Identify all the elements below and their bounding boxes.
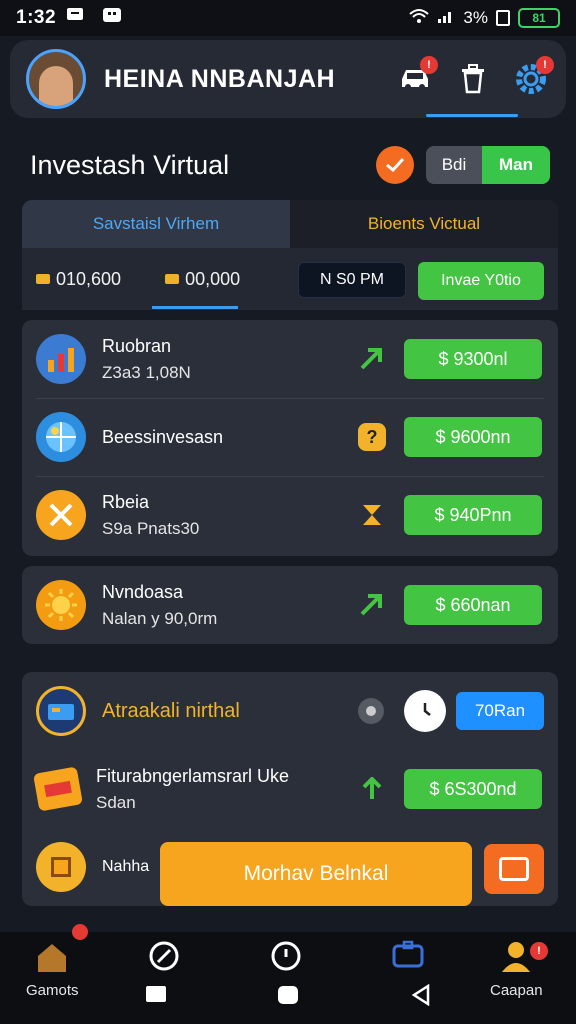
- featured-name: Atraakali nirthal: [102, 699, 240, 722]
- featured-sub: Sdan: [96, 792, 136, 812]
- sun-icon: [36, 580, 86, 630]
- investment-list-secondary: Nvndoasa Nalan y 90,0rm $ 660nan: [22, 566, 558, 644]
- primary-cta-button[interactable]: Morhav Belnkal: [160, 842, 472, 906]
- clock-icon[interactable]: [404, 690, 446, 732]
- car-badge: !: [420, 56, 438, 74]
- list-item-sub: Nalan y 90,0rm: [102, 608, 218, 628]
- battery-icon: [496, 10, 510, 26]
- globe-icon: [36, 412, 86, 462]
- toggle-on-label[interactable]: Man: [482, 146, 550, 184]
- coin-icon: [36, 274, 50, 284]
- username-title: HEINA NNBANJAH: [104, 64, 336, 93]
- question-icon: ?: [358, 423, 386, 451]
- list-item-sub: Z3a3 1,08N: [102, 362, 191, 382]
- stat-one-value: 010,600: [56, 268, 122, 289]
- chat-icon[interactable]: [484, 844, 544, 894]
- nav-briefcase[interactable]: [392, 940, 424, 968]
- price-button[interactable]: $ 660nan: [404, 585, 542, 625]
- record-icon[interactable]: [358, 698, 384, 724]
- bottom-nav: Gamots Caapan !: [0, 924, 576, 1024]
- featured-name: Fiturabngerlamsrarl Uke: [96, 765, 290, 786]
- ticket-icon: [33, 766, 83, 812]
- nav-profile-badge: !: [530, 942, 548, 960]
- tab-savings[interactable]: Savstaisl Virhem: [22, 200, 290, 248]
- arrow-up-icon: [358, 775, 386, 803]
- nav-profile-label: Caapan: [490, 982, 543, 999]
- home-icon[interactable]: [278, 986, 298, 1004]
- car-icon[interactable]: !: [396, 56, 438, 98]
- investment-list: Ruobran Z3a3 1,08N $ 9300nl Beessinvesas…: [22, 320, 558, 556]
- time-pill[interactable]: N S0 PM: [298, 262, 406, 298]
- list-item[interactable]: Beessinvesasn ? $ 9600nn: [22, 398, 558, 476]
- message-icon: [66, 7, 84, 29]
- list-item-name: Nvndoasa: [102, 581, 184, 602]
- tab-virtual[interactable]: Bioents Victual: [290, 200, 558, 248]
- featured-name: Nahha: [102, 858, 150, 875]
- power-icon: [271, 941, 301, 971]
- tab-bar: Savstaisl Virhem Bioents Victual: [22, 200, 558, 248]
- gear-icon[interactable]: !: [512, 56, 554, 98]
- signal-percent: 3%: [463, 8, 488, 27]
- chart-icon: [36, 334, 86, 384]
- nav-games[interactable]: Gamots: [26, 940, 79, 999]
- stat-active-indicator: [152, 306, 238, 309]
- price-button[interactable]: $ 9300nl: [404, 339, 542, 379]
- status-time: 1:32: [16, 7, 57, 28]
- nav-power[interactable]: [270, 940, 302, 972]
- list-item-sub: S9a Pnats30: [102, 518, 200, 538]
- avatar[interactable]: [26, 49, 86, 109]
- toggle-off-label[interactable]: Bdi: [426, 146, 482, 184]
- nav-games-label: Gamots: [26, 982, 79, 999]
- featured-row[interactable]: Fiturabngerlamsrarl Uke Sdan $ 6S300nd: [22, 750, 558, 828]
- check-button[interactable]: [376, 146, 414, 184]
- signal-icon: [437, 8, 455, 29]
- nav-compass[interactable]: [148, 940, 180, 972]
- list-item[interactable]: Rbeia S9a Pnats30 $ 940Pnn: [22, 476, 558, 554]
- app-header: HEINA NNBANJAH ! !: [10, 40, 566, 118]
- list-item-name: Beessinvesasn: [102, 426, 224, 447]
- stat-two-value: 00,000: [185, 268, 241, 289]
- trash-icon[interactable]: [454, 60, 492, 98]
- featured-card: Atraakali nirthal 70Ran Fiturabngerlamsr…: [22, 672, 558, 906]
- mode-toggle[interactable]: Bdi Man: [426, 146, 550, 184]
- price-button[interactable]: $ 9600nn: [404, 417, 542, 457]
- list-item[interactable]: Ruobran Z3a3 1,08N $ 9300nl: [22, 320, 558, 398]
- recents-icon[interactable]: [146, 986, 166, 1002]
- stat-two: 00,000: [165, 269, 240, 290]
- invest-button[interactable]: Invae Y0tio: [418, 262, 544, 300]
- app-icon: [102, 7, 122, 29]
- battery-indicator: 81: [518, 8, 560, 28]
- box-icon: [36, 842, 86, 892]
- stat-one: 010,600: [36, 269, 121, 290]
- status-bar: 1:32 3% 81: [0, 0, 576, 36]
- price-button[interactable]: $ 6S300nd: [404, 769, 542, 809]
- arrow-up-icon: [358, 591, 386, 619]
- price-button[interactable]: $ 940Pnn: [404, 495, 542, 535]
- tools-icon: [36, 490, 86, 540]
- back-icon[interactable]: [410, 983, 432, 1011]
- briefcase-icon: [392, 940, 424, 968]
- list-item-name: Ruobran: [102, 335, 172, 356]
- featured-pill-button[interactable]: 70Ran: [456, 692, 544, 730]
- coin-icon: [165, 274, 180, 284]
- nav-notification-dot: [72, 924, 88, 940]
- hourglass-icon: [358, 501, 386, 529]
- settings-badge: !: [536, 56, 554, 74]
- house-icon: [38, 944, 67, 972]
- wifi-icon: [409, 8, 430, 29]
- arrow-up-icon: [358, 345, 386, 373]
- list-item-name: Rbeia: [102, 491, 150, 512]
- section-title: Investash Virtual: [30, 150, 230, 180]
- check-icon: [386, 157, 405, 173]
- list-item[interactable]: Nvndoasa Nalan y 90,0rm $ 660nan: [22, 566, 558, 644]
- user-icon: [502, 942, 531, 972]
- compass-icon: [149, 941, 179, 971]
- portfolio-icon: [36, 686, 86, 736]
- header-active-indicator: [426, 114, 518, 117]
